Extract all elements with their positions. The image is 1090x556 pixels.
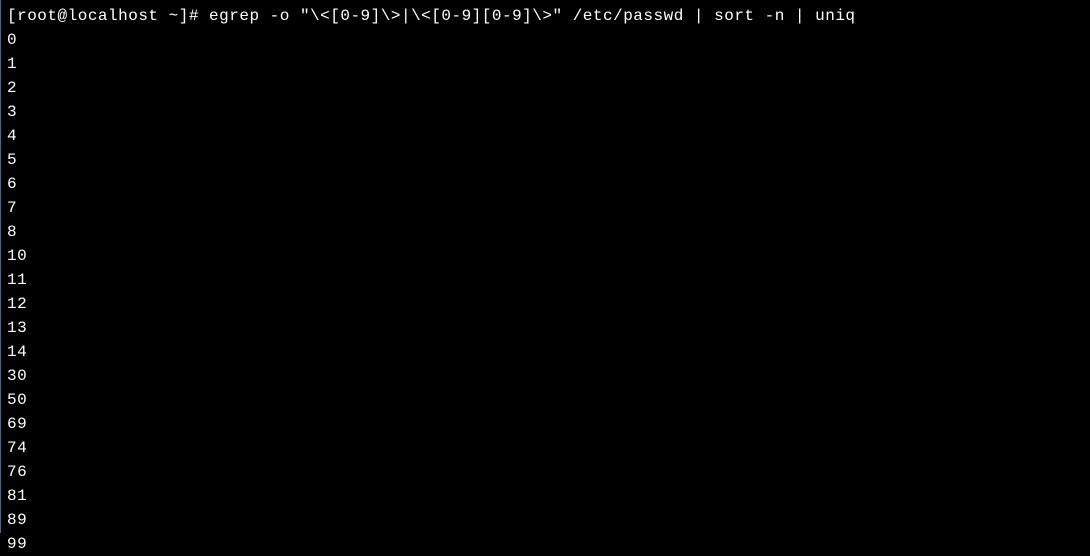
output-line: 50 bbox=[7, 388, 1084, 412]
output-line: 76 bbox=[7, 460, 1084, 484]
output-line: 8 bbox=[7, 220, 1084, 244]
output-line: 1 bbox=[7, 52, 1084, 76]
output-line: 99 bbox=[7, 532, 1084, 556]
output-line: 14 bbox=[7, 340, 1084, 364]
command-text: egrep -o "\<[0-9]\>|\<[0-9][0-9]\>" /etc… bbox=[209, 7, 856, 25]
output-line: 2 bbox=[7, 76, 1084, 100]
output-line: 13 bbox=[7, 316, 1084, 340]
output-line: 89 bbox=[7, 508, 1084, 532]
output-line: 3 bbox=[7, 100, 1084, 124]
output-line: 7 bbox=[7, 196, 1084, 220]
output-line: 0 bbox=[7, 28, 1084, 52]
output-line: 5 bbox=[7, 148, 1084, 172]
output-line: 12 bbox=[7, 292, 1084, 316]
output-line: 4 bbox=[7, 124, 1084, 148]
output-line: 74 bbox=[7, 436, 1084, 460]
command-line[interactable]: [root@localhost ~]# egrep -o "\<[0-9]\>|… bbox=[7, 4, 1084, 28]
output-line: 11 bbox=[7, 268, 1084, 292]
output-line: 30 bbox=[7, 364, 1084, 388]
output-line: 10 bbox=[7, 244, 1084, 268]
shell-prompt: [root@localhost ~]# bbox=[7, 7, 209, 25]
output-line: 69 bbox=[7, 412, 1084, 436]
output-line: 6 bbox=[7, 172, 1084, 196]
output-line: 81 bbox=[7, 484, 1084, 508]
